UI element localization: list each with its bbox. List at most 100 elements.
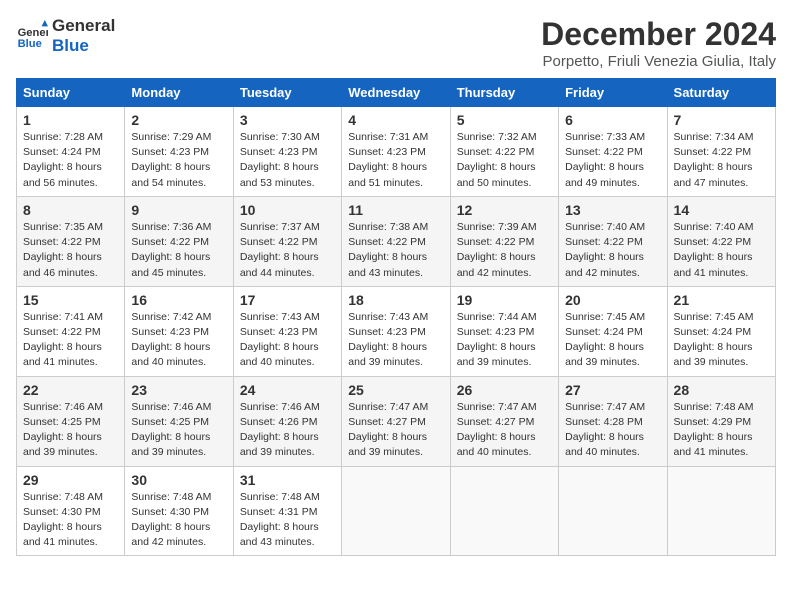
day-info: Sunrise: 7:44 AMSunset: 4:23 PMDaylight:…: [457, 310, 552, 371]
calendar-cell: 24 Sunrise: 7:46 AMSunset: 4:26 PMDayligh…: [233, 376, 341, 466]
day-number: 5: [457, 112, 552, 128]
day-info: Sunrise: 7:48 AMSunset: 4:30 PMDaylight:…: [131, 490, 226, 551]
day-info: Sunrise: 7:35 AMSunset: 4:22 PMDaylight:…: [23, 220, 118, 281]
day-number: 15: [23, 292, 118, 308]
calendar-cell: 17 Sunrise: 7:43 AMSunset: 4:23 PMDayligh…: [233, 286, 341, 376]
logo-line2: Blue: [52, 36, 115, 56]
day-number: 22: [23, 382, 118, 398]
day-info: Sunrise: 7:40 AMSunset: 4:22 PMDaylight:…: [674, 220, 769, 281]
calendar-body: 1 Sunrise: 7:28 AMSunset: 4:24 PMDaylight…: [17, 107, 776, 556]
day-number: 9: [131, 202, 226, 218]
day-number: 26: [457, 382, 552, 398]
calendar-cell: 4 Sunrise: 7:31 AMSunset: 4:23 PMDaylight…: [342, 107, 450, 197]
calendar-cell: 22Sunrise: 7:46 AMSunset: 4:25 PMDayligh…: [17, 376, 125, 466]
calendar-cell: 21 Sunrise: 7:45 AMSunset: 4:24 PMDayligh…: [667, 286, 775, 376]
calendar-cell: 23 Sunrise: 7:46 AMSunset: 4:25 PMDayligh…: [125, 376, 233, 466]
day-info: Sunrise: 7:41 AMSunset: 4:22 PMDaylight:…: [23, 310, 118, 371]
weekday-header-saturday: Saturday: [667, 79, 775, 107]
day-info: Sunrise: 7:45 AMSunset: 4:24 PMDaylight:…: [565, 310, 660, 371]
weekday-header-sunday: Sunday: [17, 79, 125, 107]
day-info: Sunrise: 7:31 AMSunset: 4:23 PMDaylight:…: [348, 130, 443, 191]
title-block: December 2024 Porpetto, Friuli Venezia G…: [541, 16, 776, 70]
day-number: 18: [348, 292, 443, 308]
calendar-cell: 13Sunrise: 7:40 AMSunset: 4:22 PMDayligh…: [559, 196, 667, 286]
calendar-cell: 31Sunrise: 7:48 AMSunset: 4:31 PMDayligh…: [233, 466, 341, 556]
calendar-cell: [342, 466, 450, 556]
day-info: Sunrise: 7:45 AMSunset: 4:24 PMDaylight:…: [674, 310, 769, 371]
day-number: 21: [674, 292, 769, 308]
day-info: Sunrise: 7:36 AMSunset: 4:22 PMDaylight:…: [131, 220, 226, 281]
day-info: Sunrise: 7:43 AMSunset: 4:23 PMDaylight:…: [348, 310, 443, 371]
day-number: 20: [565, 292, 660, 308]
calendar-cell: 7Sunrise: 7:34 AMSunset: 4:22 PMDaylight…: [667, 107, 775, 197]
day-info: Sunrise: 7:43 AMSunset: 4:23 PMDaylight:…: [240, 310, 335, 371]
calendar-cell: 11Sunrise: 7:38 AMSunset: 4:22 PMDayligh…: [342, 196, 450, 286]
logo-line1: General: [52, 16, 115, 36]
calendar-cell: 19 Sunrise: 7:44 AMSunset: 4:23 PMDayligh…: [450, 286, 558, 376]
calendar-cell: 18 Sunrise: 7:43 AMSunset: 4:23 PMDayligh…: [342, 286, 450, 376]
day-number: 14: [674, 202, 769, 218]
day-number: 1: [23, 112, 118, 128]
day-info: Sunrise: 7:33 AMSunset: 4:22 PMDaylight:…: [565, 130, 660, 191]
calendar-cell: 1 Sunrise: 7:28 AMSunset: 4:24 PMDaylight…: [17, 107, 125, 197]
day-info: Sunrise: 7:28 AMSunset: 4:24 PMDaylight:…: [23, 130, 118, 191]
calendar-cell: 20 Sunrise: 7:45 AMSunset: 4:24 PMDayligh…: [559, 286, 667, 376]
calendar-week-row: 22 Sunrise: 7:46 AMSunset: 4:25 PMDayligh…: [17, 376, 776, 466]
calendar-cell: 3 Sunrise: 7:30 AMSunset: 4:23 PMDaylight…: [233, 107, 341, 197]
day-info: Sunrise: 7:47 AMSunset: 4:27 PMDaylight:…: [457, 400, 552, 461]
day-info: Sunrise: 7:30 AMSunset: 4:23 PMDaylight:…: [240, 130, 335, 191]
main-title: December 2024: [541, 16, 776, 53]
day-number: 30: [131, 472, 226, 488]
day-number: 27: [565, 382, 660, 398]
day-info: Sunrise: 7:39 AMSunset: 4:22 PMDaylight:…: [457, 220, 552, 281]
calendar-cell: 12Sunrise: 7:39 AMSunset: 4:22 PMDayligh…: [450, 196, 558, 286]
calendar-week-row: 29 Sunrise: 7:48 AMSunset: 4:30 PMDayligh…: [17, 466, 776, 556]
day-info: Sunrise: 7:32 AMSunset: 4:22 PMDaylight:…: [457, 130, 552, 191]
day-info: Sunrise: 7:37 AMSunset: 4:22 PMDaylight:…: [240, 220, 335, 281]
weekday-header-monday: Monday: [125, 79, 233, 107]
day-number: 19: [457, 292, 552, 308]
day-info: Sunrise: 7:47 AMSunset: 4:27 PMDaylight:…: [348, 400, 443, 461]
calendar-cell: 10Sunrise: 7:37 AMSunset: 4:22 PMDayligh…: [233, 196, 341, 286]
day-number: 8: [23, 202, 118, 218]
day-number: 6: [565, 112, 660, 128]
weekday-header-wednesday: Wednesday: [342, 79, 450, 107]
day-number: 3: [240, 112, 335, 128]
day-info: Sunrise: 7:29 AMSunset: 4:23 PMDaylight:…: [131, 130, 226, 191]
weekday-header-tuesday: Tuesday: [233, 79, 341, 107]
day-number: 17: [240, 292, 335, 308]
day-info: Sunrise: 7:40 AMSunset: 4:22 PMDaylight:…: [565, 220, 660, 281]
day-number: 4: [348, 112, 443, 128]
day-info: Sunrise: 7:38 AMSunset: 4:22 PMDaylight:…: [348, 220, 443, 281]
day-info: Sunrise: 7:42 AMSunset: 4:23 PMDaylight:…: [131, 310, 226, 371]
calendar-cell: 16 Sunrise: 7:42 AMSunset: 4:23 PMDayligh…: [125, 286, 233, 376]
calendar-cell: [450, 466, 558, 556]
day-number: 7: [674, 112, 769, 128]
day-number: 31: [240, 472, 335, 488]
day-number: 23: [131, 382, 226, 398]
day-number: 24: [240, 382, 335, 398]
calendar-cell: 2Sunrise: 7:29 AMSunset: 4:23 PMDaylight…: [125, 107, 233, 197]
weekday-header-friday: Friday: [559, 79, 667, 107]
calendar-cell: 6 Sunrise: 7:33 AMSunset: 4:22 PMDaylight…: [559, 107, 667, 197]
day-info: Sunrise: 7:47 AMSunset: 4:28 PMDaylight:…: [565, 400, 660, 461]
calendar-cell: 9 Sunrise: 7:36 AMSunset: 4:22 PMDaylight…: [125, 196, 233, 286]
calendar-cell: 8 Sunrise: 7:35 AMSunset: 4:22 PMDaylight…: [17, 196, 125, 286]
calendar-cell: 30 Sunrise: 7:48 AMSunset: 4:30 PMDayligh…: [125, 466, 233, 556]
calendar-week-row: 15 Sunrise: 7:41 AMSunset: 4:22 PMDayligh…: [17, 286, 776, 376]
svg-text:Blue: Blue: [18, 39, 42, 51]
day-info: Sunrise: 7:48 AMSunset: 4:29 PMDaylight:…: [674, 400, 769, 461]
calendar-cell: 26 Sunrise: 7:47 AMSunset: 4:27 PMDayligh…: [450, 376, 558, 466]
day-number: 25: [348, 382, 443, 398]
calendar-cell: 5 Sunrise: 7:32 AMSunset: 4:22 PMDaylight…: [450, 107, 558, 197]
day-number: 28: [674, 382, 769, 398]
day-number: 16: [131, 292, 226, 308]
day-info: Sunrise: 7:46 AMSunset: 4:25 PMDaylight:…: [131, 400, 226, 461]
calendar-week-row: 8 Sunrise: 7:35 AMSunset: 4:22 PMDaylight…: [17, 196, 776, 286]
day-number: 29: [23, 472, 118, 488]
logo: General Blue General Blue: [16, 16, 115, 57]
day-info: Sunrise: 7:46 AMSunset: 4:26 PMDaylight:…: [240, 400, 335, 461]
calendar-header-row: SundayMondayTuesdayWednesdayThursdayFrid…: [17, 79, 776, 107]
calendar-cell: 14 Sunrise: 7:40 AMSunset: 4:22 PMDayligh…: [667, 196, 775, 286]
calendar-cell: [667, 466, 775, 556]
